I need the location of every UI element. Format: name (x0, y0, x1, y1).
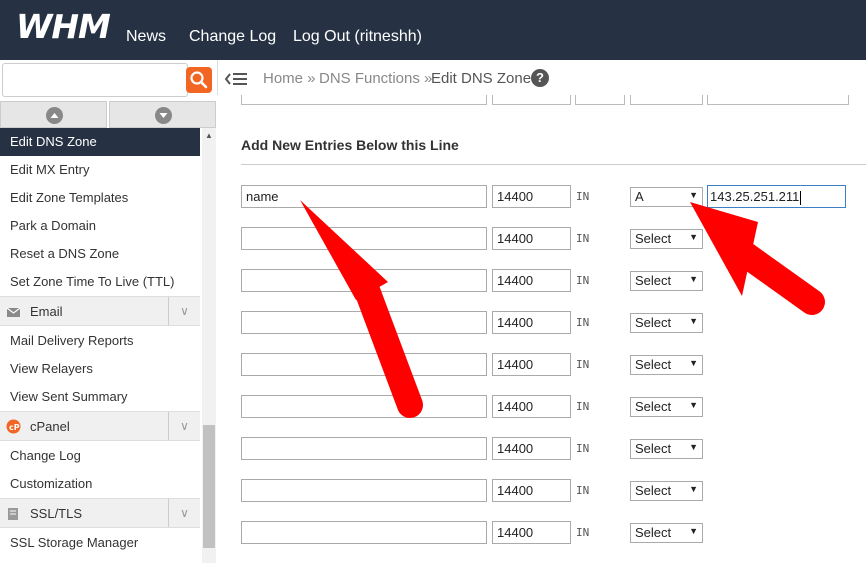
annotation-arrow-name-field (300, 200, 423, 418)
annotation-arrows (300, 200, 825, 418)
annotation-arrow-address-field (690, 202, 825, 315)
